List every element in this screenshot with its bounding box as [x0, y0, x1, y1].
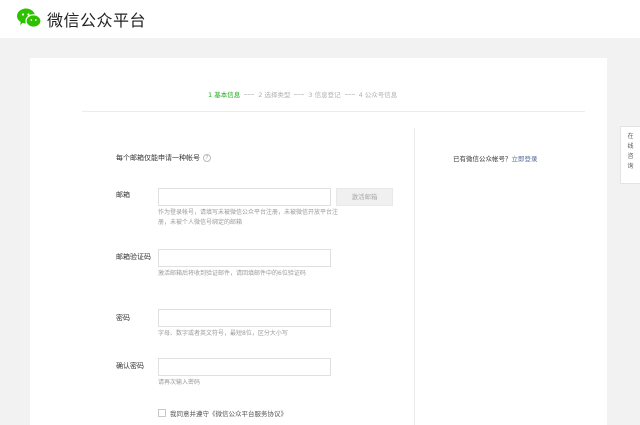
activate-email-button[interactable]: 激活邮箱 [336, 188, 393, 206]
confirm-password-hint: 请再次输入密码 [158, 379, 201, 386]
online-consult-button[interactable]: 在线咨询 [620, 126, 640, 184]
login-prompt: 已有微信公众帐号？立即登录 [453, 153, 538, 163]
wechat-logo-icon[interactable] [16, 7, 42, 29]
verify-code-hint: 激活邮箱后将收到验证邮件，请回填邮件中的6位验证码 [158, 270, 306, 277]
register-card: 1 基本信息 2 选择类型 3 信息登记 4 公众号信息 每个邮箱仅能申请一种帐… [30, 58, 607, 425]
notice-text: 每个邮箱仅能申请一种帐号 [116, 154, 200, 162]
verify-code-label: 邮箱验证码 [116, 253, 151, 261]
online-consult-label: 在线咨询 [627, 133, 634, 170]
column-divider [414, 128, 415, 425]
login-prompt-text: 已有微信公众帐号？ [453, 155, 512, 163]
email-hint: 作为登录帐号，请填写未被微信公众平台注册，未被微信开放平台注册，未被个人微信号绑… [158, 209, 339, 226]
confirm-password-field[interactable] [158, 358, 331, 376]
platform-title[interactable]: 微信公众平台 [47, 7, 146, 31]
step-info-register: 3 信息登记 [308, 91, 341, 99]
step-separator [294, 93, 305, 95]
top-bar: 微信公众平台 [0, 0, 640, 38]
help-icon[interactable]: ? [203, 154, 211, 162]
confirm-password-label: 确认密码 [116, 362, 144, 370]
register-steps: 1 基本信息 2 选择类型 3 信息登记 4 公众号信息 [208, 88, 397, 100]
agreement-row: 我同意并遵守《微信公众平台服务协议》 [158, 408, 287, 418]
step-separator [344, 93, 355, 95]
password-field[interactable] [158, 309, 331, 327]
agreement-checkbox[interactable] [158, 409, 166, 417]
login-link[interactable]: 立即登录 [512, 155, 538, 163]
steps-divider [82, 111, 585, 112]
step-account-info: 4 公众号信息 [358, 91, 398, 99]
step-basic-info: 1 基本信息 [208, 91, 241, 99]
password-hint: 字母、数字或者英文符号，最短8位，区分大小写 [158, 330, 288, 337]
step-select-type: 2 选择类型 [258, 91, 291, 99]
email-field[interactable] [158, 188, 331, 206]
verify-code-field[interactable] [158, 249, 331, 267]
agreement-text[interactable]: 我同意并遵守《微信公众平台服务协议》 [170, 408, 287, 418]
step-separator [244, 93, 255, 95]
password-label: 密码 [116, 314, 130, 322]
email-label: 邮箱 [116, 191, 130, 199]
email-notice: 每个邮箱仅能申请一种帐号 ? [116, 153, 211, 163]
